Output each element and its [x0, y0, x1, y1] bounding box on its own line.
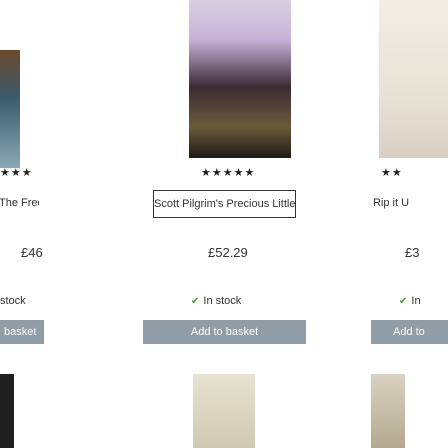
book-cover-image[interactable] [0, 50, 20, 168]
book-cover-image[interactable] [0, 374, 14, 448]
book-cover-image[interactable] [193, 374, 255, 448]
book-cover-image[interactable] [371, 374, 405, 448]
stock-status: ✔ In [399, 295, 421, 307]
product-title-link[interactable]: Scott Pilgrim's Precious Little [153, 190, 296, 218]
product-price: £3 [405, 245, 420, 260]
book-cover-image[interactable] [379, 0, 448, 158]
product-title-link[interactable]: The Free [0, 190, 39, 216]
add-to-basket-button[interactable]: basket [0, 320, 44, 344]
check-icon: ✔ [191, 296, 200, 307]
stock-status: stock [0, 295, 26, 307]
star-rating: ★★ [381, 167, 403, 179]
star-rating: ★★★ [0, 167, 33, 179]
stock-label: stock [0, 295, 26, 307]
stock-label: In stock [203, 295, 242, 307]
check-icon: ✔ [399, 296, 408, 307]
star-rating: ★★★★★ [201, 167, 256, 179]
book-cover-image[interactable] [189, 0, 291, 158]
add-to-basket-button[interactable]: Add to basket [143, 320, 306, 344]
add-to-basket-button[interactable]: Add to [371, 320, 448, 344]
product-price: £52.29 [208, 245, 248, 260]
stock-label: In [411, 295, 421, 307]
product-price: £46 [21, 245, 43, 260]
stock-status: ✔ In stock [191, 295, 241, 307]
product-title-link[interactable]: Rip it U [373, 190, 447, 216]
